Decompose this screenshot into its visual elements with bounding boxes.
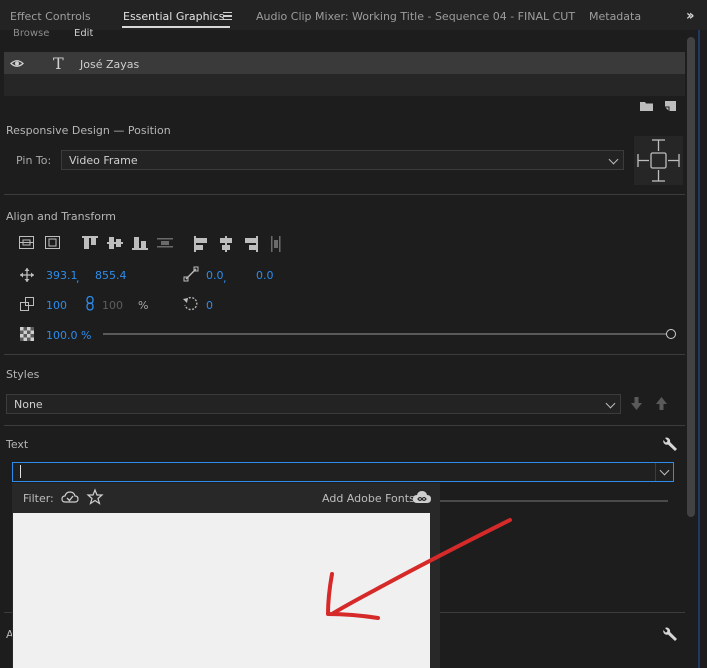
annotation-red-arrow [326,518,512,620]
